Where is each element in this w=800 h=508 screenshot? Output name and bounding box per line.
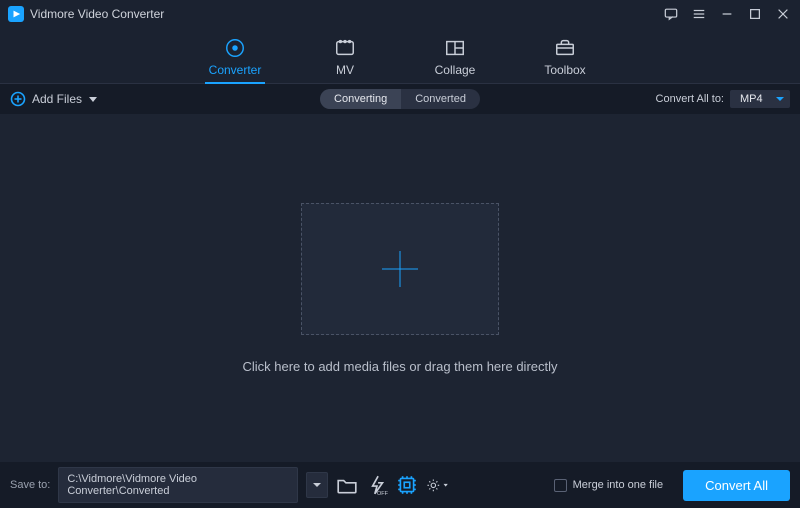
format-select[interactable]: MP4: [730, 90, 790, 108]
drop-hint: Click here to add media files or drag th…: [242, 359, 557, 374]
converter-icon: [224, 37, 246, 59]
app-title: Vidmore Video Converter: [30, 7, 164, 21]
tab-converter[interactable]: Converter: [205, 37, 265, 83]
settings-icon[interactable]: [426, 474, 448, 496]
collage-icon: [444, 37, 466, 59]
tab-collage[interactable]: Collage: [425, 37, 485, 83]
tab-mv[interactable]: MV: [315, 37, 375, 83]
hardware-accel-icon[interactable]: OFF: [366, 474, 388, 496]
open-folder-icon[interactable]: [336, 474, 358, 496]
merge-label: Merge into one file: [573, 479, 664, 491]
maximize-icon[interactable]: [748, 7, 762, 21]
convert-all-to-label: Convert All to:: [656, 93, 724, 105]
merge-checkbox[interactable]: Merge into one file: [554, 479, 664, 492]
app-window: Vidmore Video Converter Co: [0, 0, 800, 508]
tab-label: Toolbox: [544, 63, 585, 77]
tab-label: Converter: [209, 63, 262, 77]
title-left: Vidmore Video Converter: [8, 6, 164, 22]
tab-label: MV: [336, 63, 354, 77]
sub-bar: Add Files Converting Converted Convert A…: [0, 84, 800, 114]
segment-converting[interactable]: Converting: [320, 89, 401, 109]
tab-toolbox[interactable]: Toolbox: [535, 37, 595, 83]
gpu-icon[interactable]: [396, 474, 418, 496]
bottom-bar: Save to: C:\Vidmore\Vidmore Video Conver…: [0, 462, 800, 508]
app-logo-icon: [8, 6, 24, 22]
add-files-label: Add Files: [32, 92, 82, 106]
format-value: MP4: [740, 93, 763, 105]
save-path-dropdown[interactable]: [306, 472, 328, 498]
segment-converted[interactable]: Converted: [401, 89, 480, 109]
drop-zone[interactable]: [301, 203, 499, 335]
main-area: Click here to add media files or drag th…: [0, 114, 800, 462]
close-icon[interactable]: [776, 7, 790, 21]
chevron-down-icon: [88, 94, 98, 104]
plus-icon: [382, 251, 418, 287]
title-right: [664, 7, 790, 21]
feedback-icon[interactable]: [664, 7, 678, 21]
checkbox-icon: [554, 479, 567, 492]
convert-status-segment: Converting Converted: [320, 89, 480, 109]
main-tabs: Converter MV Collage Toolbox: [0, 28, 800, 84]
save-path-field[interactable]: C:\Vidmore\Vidmore Video Converter\Conve…: [58, 467, 298, 503]
save-to-label: Save to:: [10, 479, 50, 491]
mv-icon: [334, 37, 356, 59]
svg-text:OFF: OFF: [377, 491, 388, 496]
tab-label: Collage: [435, 63, 476, 77]
toolbox-icon: [554, 37, 576, 59]
minimize-icon[interactable]: [720, 7, 734, 21]
convert-all-to: Convert All to: MP4: [656, 90, 790, 108]
menu-icon[interactable]: [692, 7, 706, 21]
save-path-value: C:\Vidmore\Vidmore Video Converter\Conve…: [67, 473, 289, 497]
title-bar: Vidmore Video Converter: [0, 0, 800, 28]
convert-all-button[interactable]: Convert All: [683, 470, 790, 501]
add-files-button[interactable]: Add Files: [10, 91, 98, 107]
